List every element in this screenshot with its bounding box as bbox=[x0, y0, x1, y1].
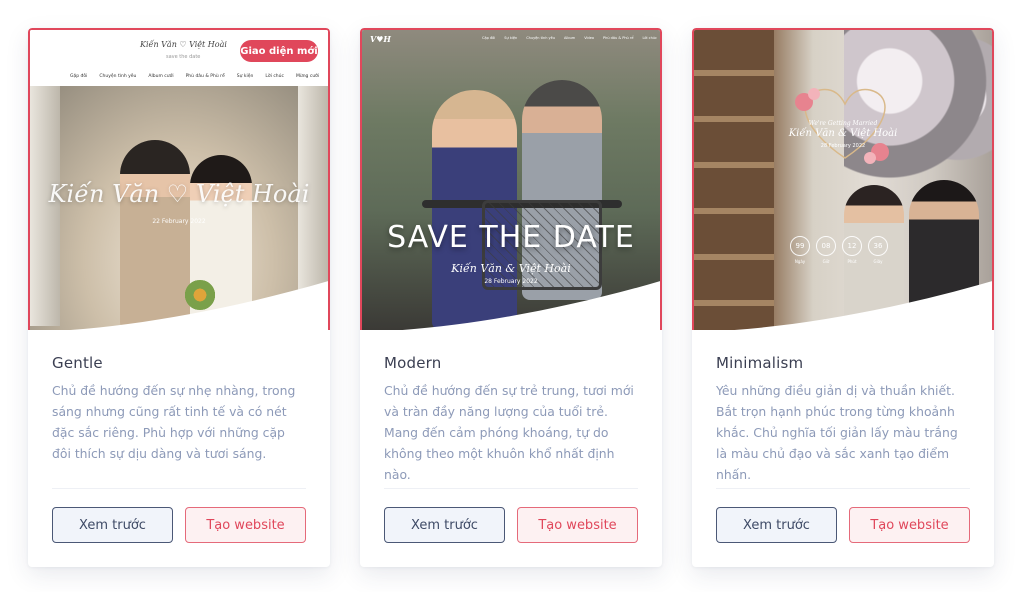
theme-title: Minimalism bbox=[716, 354, 804, 372]
thumbnail-nav: Cặp đôi Sự kiện Chuyện tình yêu Album Vi… bbox=[482, 36, 657, 40]
create-website-button[interactable]: Tạo website bbox=[185, 507, 306, 543]
countdown: 99 08 12 36 bbox=[790, 236, 888, 256]
countdown-minutes: 12 bbox=[842, 236, 862, 256]
card-body: Gentle Chủ đề hướng đến sự nhẹ nhàng, tr… bbox=[52, 354, 306, 464]
thumbnail-nav-item: Video bbox=[584, 36, 595, 40]
theme-title: Gentle bbox=[52, 354, 103, 372]
curve-divider bbox=[402, 281, 660, 330]
divider bbox=[384, 488, 638, 489]
thumbnail-header: Kiến Văn ♡ Việt Hoài save the date Giao … bbox=[30, 30, 328, 86]
thumbnail-nav-item: Lời chúc bbox=[642, 36, 657, 40]
preview-button[interactable]: Xem trước bbox=[716, 507, 837, 543]
curve-divider bbox=[734, 281, 992, 330]
preview-button[interactable]: Xem trước bbox=[384, 507, 505, 543]
countdown-seconds: 36 bbox=[868, 236, 888, 256]
countdown-days: 99 bbox=[790, 236, 810, 256]
wedding-date: 22 February 2022 bbox=[152, 218, 206, 225]
thumbnail-nav-item: Cặp đôi bbox=[482, 36, 496, 40]
thumbnail-nav-item: Chuyện tình yêu bbox=[526, 36, 555, 40]
theme-title: Modern bbox=[384, 354, 442, 372]
theme-description: Chủ đề hướng đến sự trẻ trung, tươi mới … bbox=[384, 383, 634, 482]
theme-thumbnail-minimalism[interactable]: We're Getting Married Kiến Văn & Việt Ho… bbox=[692, 28, 994, 330]
thumbnail-nav-item: Sự kiện bbox=[236, 74, 254, 79]
divider bbox=[716, 488, 970, 489]
thumbnail-brand-sub: save the date bbox=[166, 54, 201, 60]
preview-button[interactable]: Xem trước bbox=[52, 507, 173, 543]
thumbnail-nav-item: Gặp đôi bbox=[70, 74, 88, 79]
countdown-hours: 08 bbox=[816, 236, 836, 256]
new-theme-badge: Giao diện mới bbox=[240, 40, 318, 62]
create-website-button[interactable]: Tạo website bbox=[849, 507, 970, 543]
thumbnail-nav-item: Sự kiện bbox=[504, 36, 518, 40]
thumbnail-nav-item: Mừng cưới bbox=[295, 74, 320, 79]
thumbnail-logo: V♥H bbox=[370, 34, 391, 44]
thumbnail-nav-item: Album cưới bbox=[148, 74, 174, 79]
theme-card-gentle: Kiến Văn ♡ Việt Hoài save the date Giao … bbox=[28, 28, 330, 567]
couple-names: Kiến Văn ♡ Việt Hoài bbox=[48, 180, 310, 208]
countdown-label: Ngày bbox=[794, 259, 806, 264]
theme-description: Chủ đề hướng đến sự nhẹ nhàng, trong sán… bbox=[52, 383, 296, 461]
theme-cards: Kiến Văn ♡ Việt Hoài save the date Giao … bbox=[0, 0, 1024, 592]
card-body: Modern Chủ đề hướng đến sự trẻ trung, tư… bbox=[384, 354, 638, 485]
theme-card-modern: V♥H Cặp đôi Sự kiện Chuyện tình yêu Albu… bbox=[360, 28, 662, 567]
wedding-tagline: We're Getting Married bbox=[808, 120, 878, 127]
thumbnail-nav: Gặp đôi Chuyện tình yêu Album cưới Phù d… bbox=[70, 74, 319, 79]
couple-names: Kiến Văn & Việt Hoài bbox=[451, 262, 571, 275]
thumbnail-nav-item: Phù dâu & Phù rể bbox=[603, 36, 634, 40]
couple-names: Kiến Văn & Việt Hoài bbox=[788, 128, 898, 139]
thumbnail-nav-item: Phù dâu & Phù rể bbox=[185, 74, 225, 79]
divider bbox=[52, 488, 306, 489]
thumbnail-nav-item: Lời chúc bbox=[265, 74, 284, 79]
save-the-date-headline: SAVE THE DATE bbox=[387, 220, 635, 255]
theme-thumbnail-modern[interactable]: V♥H Cặp đôi Sự kiện Chuyện tình yêu Albu… bbox=[360, 28, 662, 330]
theme-thumbnail-gentle[interactable]: Kiến Văn ♡ Việt Hoài save the date Giao … bbox=[28, 28, 330, 330]
countdown-label: Giờ bbox=[822, 259, 830, 264]
countdown-label: Phút bbox=[847, 259, 857, 264]
countdown-labels: Ngày Giờ Phút Giây bbox=[790, 259, 888, 264]
theme-description: Yêu những điều giản dị và thuần khiết. B… bbox=[716, 383, 958, 482]
wedding-date: 28 February 2022 bbox=[820, 143, 866, 149]
thumbnail-nav-item: Chuyện tình yêu bbox=[99, 74, 137, 79]
curve-divider bbox=[70, 281, 328, 330]
countdown-label: Giây bbox=[873, 259, 883, 264]
theme-card-minimalism: We're Getting Married Kiến Văn & Việt Ho… bbox=[692, 28, 994, 567]
thumbnail-nav-item: Album bbox=[563, 36, 576, 40]
thumbnail-brand: Kiến Văn ♡ Việt Hoài bbox=[140, 40, 227, 49]
create-website-button[interactable]: Tạo website bbox=[517, 507, 638, 543]
card-body: Minimalism Yêu những điều giản dị và thu… bbox=[716, 354, 970, 485]
